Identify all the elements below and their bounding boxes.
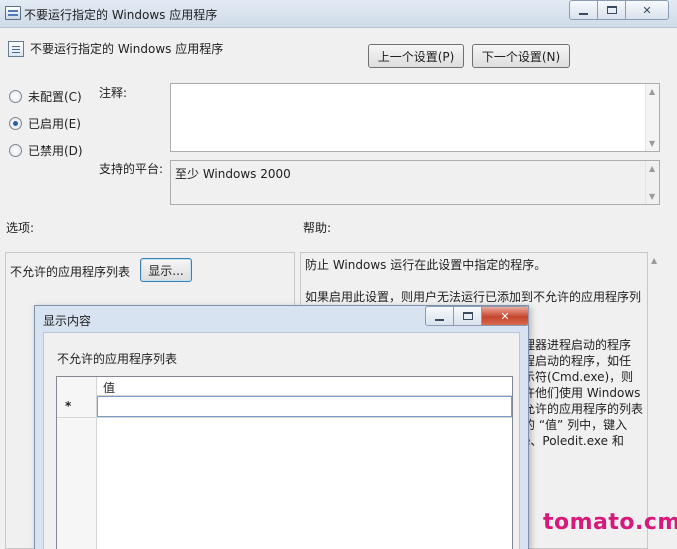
help-line: e、Poledit.exe 和 (523, 434, 624, 448)
comment-scrollbar[interactable]: ▲ ▼ (645, 84, 659, 151)
window-title: 不要运行指定的 Windows 应用程序 (24, 8, 218, 22)
dialog-caption-buttons: ✕ (425, 306, 529, 326)
radio-disabled-label: 已禁用(D) (28, 144, 83, 158)
radio-not-configured[interactable]: 未配置(C) (9, 88, 82, 105)
radio-not-configured-control[interactable] (9, 90, 22, 103)
help-line: 防止 Windows 运行在此设置中指定的程序。 (305, 258, 547, 272)
watermark-text: tomato.cm (543, 510, 677, 535)
policy-setting-icon (8, 41, 24, 57)
new-row-asterisk: * (65, 399, 72, 413)
window-caption-buttons: ✕ (569, 0, 669, 20)
grid-header-row: 值 (57, 377, 512, 396)
help-section-label: 帮助: (303, 221, 332, 235)
radio-disabled-control[interactable] (9, 144, 22, 157)
scroll-up-icon[interactable]: ▲ (651, 256, 657, 265)
grid-new-row[interactable]: * (57, 396, 512, 418)
close-button[interactable]: ✕ (626, 1, 668, 19)
maximize-icon (606, 6, 617, 14)
close-icon: ✕ (642, 3, 652, 17)
dialog-title: 显示内容 (43, 314, 92, 328)
radio-not-configured-label: 未配置(C) (28, 90, 82, 104)
minimize-icon (435, 318, 444, 321)
maximize-icon (462, 312, 473, 320)
help-line: 允许的应用程序的列表 (523, 402, 644, 416)
supported-platform-value: 至少 Windows 2000 (175, 167, 291, 181)
value-column-header[interactable]: 值 (103, 379, 115, 396)
dialog-minimize-button[interactable] (426, 307, 454, 325)
help-line (305, 273, 641, 289)
grid-row-header[interactable]: * (57, 396, 97, 417)
platform-scrollbar[interactable]: ▲ ▼ (645, 161, 659, 204)
next-setting-button[interactable]: 下一个设置(N) (472, 44, 570, 68)
scroll-down-icon[interactable]: ▼ (649, 139, 655, 148)
help-line: 示符(Cmd.exe)，则 (523, 370, 634, 384)
supported-platform-box: 至少 Windows 2000 ▲ ▼ (170, 160, 660, 205)
scroll-down-icon[interactable]: ▼ (649, 192, 655, 201)
group-policy-app-icon (5, 6, 21, 20)
disallowed-apps-label: 不允许的应用程序列表 (10, 265, 131, 279)
scroll-up-icon[interactable]: ▲ (649, 87, 655, 96)
help-line: 的 “值” 列中，键入 (523, 418, 628, 432)
show-button[interactable]: 显示... (140, 258, 192, 282)
help-line: 程启动的程序，如任 (523, 354, 632, 368)
comment-textarea[interactable]: ▲ ▼ (170, 83, 660, 152)
radio-enabled-label: 已启用(E) (28, 117, 81, 131)
previous-setting-button[interactable]: 上一个设置(P) (368, 44, 464, 68)
dialog-close-button[interactable]: ✕ (482, 307, 528, 325)
dialog-list-label: 不允许的应用程序列表 (57, 352, 178, 366)
maximize-button[interactable] (598, 1, 626, 19)
grid-row-header-column (57, 418, 97, 549)
help-line: 如果启用此设置，则用户无法运行已添加到不允许的应用程序列 (305, 290, 642, 304)
help-text-visible-fragment: 理器进程启动的程序 程启动的程序，如任 示符(Cmd.exe)，则 许他们使用 … (523, 337, 643, 449)
minimize-icon (579, 12, 588, 15)
supported-platform-label: 支持的平台: (99, 162, 164, 176)
values-grid: 值 * (56, 376, 513, 549)
minimize-button[interactable] (570, 1, 598, 19)
options-section-label: 选项: (6, 221, 35, 235)
dialog-client-area: 不允许的应用程序列表 值 * (43, 332, 520, 549)
help-line: 许他们使用 Windows (523, 386, 641, 400)
radio-disabled[interactable]: 已禁用(D) (9, 142, 83, 159)
value-cell-input[interactable] (97, 396, 512, 417)
dialog-maximize-button[interactable] (454, 307, 482, 325)
radio-enabled[interactable]: 已启用(E) (9, 115, 81, 132)
radio-enabled-control[interactable] (9, 117, 22, 130)
show-contents-dialog: 显示内容 ✕ 不允许的应用程序列表 值 * (34, 305, 529, 549)
comment-label: 注释: (99, 86, 128, 100)
policy-header-title: 不要运行指定的 Windows 应用程序 (30, 42, 224, 56)
scroll-up-icon[interactable]: ▲ (649, 164, 655, 173)
grid-corner-cell[interactable] (57, 377, 97, 396)
help-scrollbar[interactable]: ▲ (648, 252, 662, 549)
help-line: 理器进程启动的程序 (523, 338, 632, 352)
close-icon: ✕ (500, 309, 510, 323)
main-title-bar[interactable]: 不要运行指定的 Windows 应用程序 ✕ (0, 0, 677, 28)
